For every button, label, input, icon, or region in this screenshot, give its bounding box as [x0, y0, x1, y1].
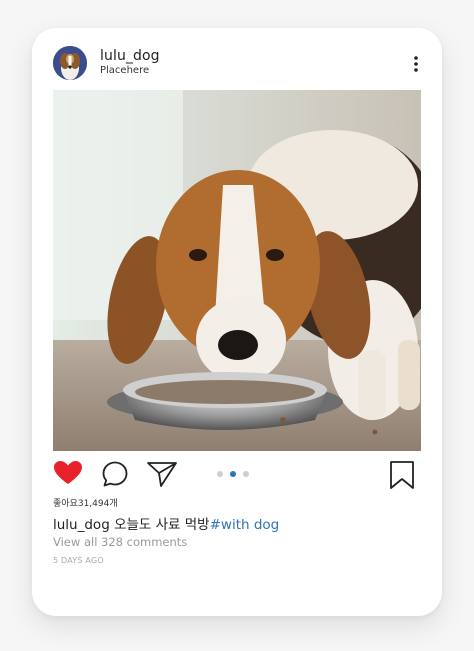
more-vertical-icon[interactable] — [412, 54, 420, 74]
heart-icon[interactable] — [53, 460, 83, 490]
post-location[interactable]: Placehere — [100, 65, 149, 76]
comment-icon[interactable] — [101, 460, 129, 492]
carousel-dot[interactable] — [217, 471, 223, 477]
caption-hashtag[interactable]: #with dog — [210, 517, 280, 533]
carousel-indicator — [217, 471, 257, 479]
post-username[interactable]: lulu_dog — [100, 48, 160, 64]
post-actions-bar — [53, 460, 421, 490]
post-timestamp: 5 DAYS AGO — [53, 556, 104, 565]
carousel-dot[interactable] — [243, 471, 249, 477]
avatar[interactable] — [53, 46, 87, 80]
caption-text: 오늘도 사료 먹방 — [114, 517, 210, 533]
post-card: lulu_dog Placehere 좋아요31,494개 lulu_dog 오… — [32, 28, 442, 616]
send-icon[interactable] — [146, 460, 178, 492]
carousel-dot-active[interactable] — [230, 471, 236, 477]
caption-username[interactable]: lulu_dog — [53, 517, 110, 533]
view-comments-link[interactable]: View all 328 comments — [53, 535, 187, 549]
bookmark-icon[interactable] — [389, 460, 415, 494]
like-count[interactable]: 좋아요31,494개 — [53, 496, 118, 509]
post-image[interactable] — [53, 90, 421, 451]
post-caption: lulu_dog 오늘도 사료 먹방#with dog — [53, 513, 279, 533]
